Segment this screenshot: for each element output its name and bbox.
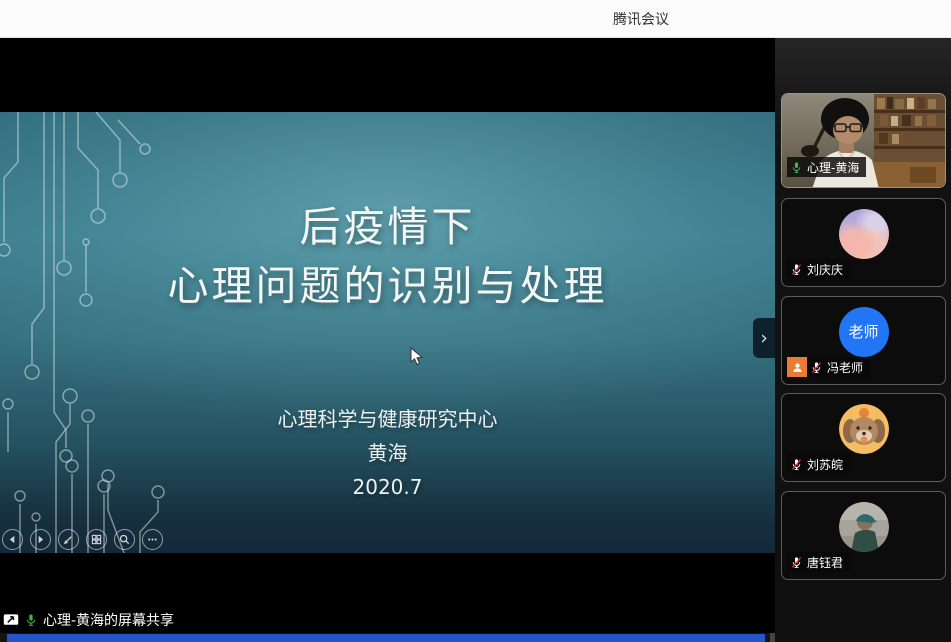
participant-label: 冯老师: [787, 357, 870, 377]
next-slide-icon: [36, 535, 45, 544]
slide-title-line2: 心理问题的识别与处理: [0, 257, 775, 316]
more-options-button[interactable]: [142, 529, 163, 550]
host-badge: [787, 357, 807, 377]
microphone-muted-icon: [790, 458, 803, 471]
slide-title-line1: 后疫情下: [0, 198, 775, 257]
participant-label: 唐钰君: [787, 552, 850, 572]
participant-name: 心理-黄海: [807, 159, 859, 176]
avatar: [839, 404, 889, 454]
participant-name: 刘庆庆: [807, 261, 843, 278]
pen-icon: [63, 534, 74, 545]
app-title: 腾讯会议: [613, 9, 669, 29]
avatar: 老师: [839, 307, 889, 357]
participant-label: 刘苏皖: [787, 454, 850, 474]
participant-label: 心理-黄海: [787, 157, 866, 177]
shared-slide: 后疫情下 心理问题的识别与处理 心理科学与健康研究中心 黄海 2020.7: [0, 112, 775, 553]
slide-grid-icon: [91, 534, 102, 545]
next-slide-button[interactable]: [30, 529, 51, 550]
prev-slide-icon: [8, 535, 17, 544]
magnifier-icon: [119, 534, 130, 545]
microphone-on-icon: [24, 613, 38, 627]
slide-title: 后疫情下 心理问题的识别与处理: [0, 198, 775, 316]
participant-tile[interactable]: 刘苏皖: [781, 393, 946, 482]
participant-tile-video[interactable]: 心理-黄海: [781, 93, 946, 188]
avatar-initials: 老师: [848, 323, 878, 341]
screen-share-icon: [3, 613, 19, 627]
expand-panel-button[interactable]: ›: [753, 318, 775, 358]
avatar: [839, 209, 889, 259]
participant-tile[interactable]: 刘庆庆: [781, 198, 946, 287]
beach-person-avatar-image: [839, 502, 889, 552]
prev-slide-button[interactable]: [2, 529, 23, 550]
microphone-muted-icon: [790, 263, 803, 276]
zoom-tool-button[interactable]: [114, 529, 135, 550]
participant-tile[interactable]: 唐钰君: [781, 491, 946, 580]
slide-date: 2020.7: [0, 470, 775, 504]
window-titlebar[interactable]: 腾讯会议: [0, 0, 951, 38]
slide-subtitle-block: 心理科学与健康研究中心 黄海 2020.7: [0, 402, 775, 504]
ellipsis-icon: [147, 534, 158, 545]
slide-author: 黄海: [0, 436, 775, 470]
microphone-muted-icon: [790, 556, 803, 569]
slide-grid-button[interactable]: [86, 529, 107, 550]
microphone-on-icon: [790, 161, 803, 174]
participant-name: 唐钰君: [807, 554, 843, 571]
presenter-toolbar: [2, 529, 163, 550]
avatar: [839, 502, 889, 552]
participant-name: 冯老师: [827, 359, 863, 376]
share-status-label: 心理-黄海的屏幕共享: [43, 610, 174, 630]
participant-tile[interactable]: 老师 冯老师: [781, 296, 946, 385]
microphone-muted-icon: [810, 361, 823, 374]
puppy-avatar-image: [839, 404, 889, 454]
slide-subtitle: 心理科学与健康研究中心: [0, 402, 775, 436]
mouse-cursor: [410, 347, 423, 366]
participant-label: 刘庆庆: [787, 259, 850, 279]
participants-panel: 心理-黄海 刘庆庆 老师: [775, 38, 951, 642]
tencent-meeting-window: 腾讯会议: [0, 0, 951, 642]
participant-name: 刘苏皖: [807, 456, 843, 473]
share-status-bar: 心理-黄海的屏幕共享: [0, 607, 778, 633]
pen-tool-button[interactable]: [58, 529, 79, 550]
background-window-blue-bar: [7, 634, 765, 642]
person-icon: [791, 361, 804, 374]
